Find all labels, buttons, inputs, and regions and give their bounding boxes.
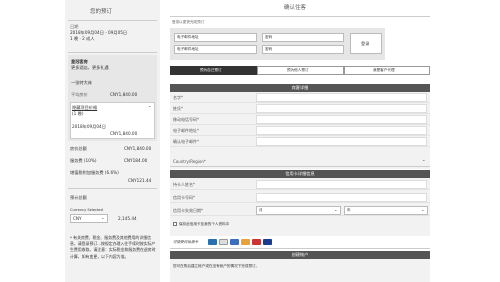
guest-section-header: 宾客详细	[170, 84, 430, 92]
tab-self-label: 预为自己预订	[200, 68, 222, 72]
confirm-email-label: 确认电子邮件*	[173, 139, 199, 144]
jcb-card-icon	[230, 239, 239, 245]
room-name: 皇冠客房	[71, 59, 88, 64]
room-fee-label: 房价总额	[70, 146, 87, 151]
save-card-checkbox[interactable]	[173, 222, 177, 226]
visa-card-icon	[263, 239, 272, 245]
unionpay-card-icon	[252, 239, 261, 245]
email-label: 电子邮件地址*	[173, 128, 199, 133]
first-name-label: 名字*	[173, 95, 183, 100]
chevron-down-icon: ⌄	[422, 157, 426, 162]
chevron-down-icon: ⌄	[421, 207, 425, 212]
login-email-placeholder: 电子邮件地址	[177, 35, 199, 39]
confirm-email-row: 确认电子邮件*	[170, 136, 430, 147]
booking-page: 您的预订 日期 2018年09月04日 - 09月05日 1 晚 · 2 成人 …	[0, 0, 500, 282]
country-row[interactable]: Country/Region*	[170, 156, 430, 167]
amex-card-icon	[208, 239, 217, 245]
login-hint: 登录以更快完成预订	[172, 20, 205, 24]
currency-label: Currency Selected	[70, 208, 103, 212]
stay-dates: 2018年09月04日 - 09月05日	[70, 30, 128, 35]
summary-title: 您的预订	[90, 9, 113, 15]
guest-count: 1 晚 · 2 成人	[70, 36, 95, 41]
expiry-year-select[interactable]	[344, 206, 428, 215]
country-label: Country/Region*	[173, 159, 206, 164]
mastercard-icon	[241, 239, 250, 245]
cardholder-row: 持卡人姓名*	[170, 179, 430, 190]
last-name-row: 姓氏*	[170, 103, 430, 114]
total-label: 预计总额	[70, 195, 87, 200]
create-account-header: 创建帐户	[170, 251, 430, 259]
phone-row: 移动电话号码*	[170, 114, 430, 125]
bed-type: 一张特大床	[71, 80, 92, 85]
expiry-label: 信用卡失效日期*	[173, 208, 203, 213]
expiry-year-label: 年	[347, 208, 351, 212]
card-section-header: 信用卡详细信息	[170, 170, 430, 178]
rate-value: CNY1,840.00	[110, 131, 138, 136]
login-password-placeholder: 密码	[265, 35, 273, 39]
currency-value: CNY	[73, 216, 82, 221]
cardholder-label: 持卡人姓名*	[173, 182, 195, 187]
chevron-down-icon: ⌄	[101, 215, 105, 220]
confirm-email-input[interactable]	[256, 137, 427, 146]
vat-value: CNY121.44	[128, 178, 152, 183]
total-value: 2,145.44	[118, 216, 137, 221]
login-button-label: 登录	[361, 41, 370, 46]
login-password2-input[interactable]	[262, 45, 344, 54]
expiry-month-select[interactable]	[256, 206, 341, 215]
last-name-input[interactable]	[256, 104, 427, 113]
card-number-label: 信用卡号码*	[173, 195, 195, 200]
card-number-input[interactable]	[256, 193, 427, 202]
diners-card-icon	[219, 239, 228, 245]
avg-rate-label: 平均房价	[71, 92, 88, 97]
tab-agent-label: 我是客户代理	[373, 68, 395, 72]
tab-other-label: 预为他人预订	[287, 68, 309, 72]
create-account-text: 您可在购后建立帐户或在没有帐户的情况下完成预订。	[173, 264, 260, 268]
email-row: 电子邮件地址*	[170, 125, 430, 136]
accepted-cards-label: 可接受的信用卡	[173, 240, 199, 244]
cardholder-input[interactable]	[256, 180, 427, 189]
last-name-label: 姓氏*	[173, 106, 183, 111]
first-name-input[interactable]	[256, 93, 427, 102]
email-input[interactable]	[256, 126, 427, 135]
rate-date: 2018年09月04日	[72, 124, 106, 129]
login-email2-placeholder: 电子邮件地址	[177, 47, 199, 51]
create-account-body	[170, 259, 430, 282]
card-number-row: 信用卡号码*	[170, 192, 430, 203]
rate-nights: (1 晚)	[72, 111, 84, 116]
service-fee-value: CNY184.00	[124, 158, 148, 163]
login-password-input[interactable]	[262, 33, 344, 42]
chevron-up-icon[interactable]: ⌃	[148, 105, 152, 110]
vat-label: 增值税附加服务费 (6.6%)	[70, 170, 119, 175]
phone-input[interactable]	[256, 115, 427, 124]
login-password2-placeholder: 密码	[265, 47, 273, 51]
phone-label: 移动电话号码*	[173, 117, 199, 122]
save-card-label: 保存此信用卡至我的个人资料中	[179, 222, 230, 226]
service-fee-label: 服务费 (10%)	[70, 158, 97, 163]
room-fee-value: CNY1,840.00	[124, 146, 152, 151]
rate-name[interactable]: 隐藏项目价格	[72, 105, 97, 110]
first-name-row: 名字*	[170, 92, 430, 103]
dates-label: 日期	[70, 24, 79, 29]
page-title: 确认住客	[284, 5, 307, 11]
room-subtitle: 更多酒店，更多礼遇	[71, 65, 109, 70]
expiry-month-label: 月	[259, 208, 263, 212]
tax-note: * 有关房费、税金、服务费及其他费用的详细信息，请登录预订...按规定办理入住手…	[70, 235, 156, 259]
chevron-down-icon: ⌄	[334, 207, 338, 212]
avg-rate-value: CNY1,840.00	[110, 92, 138, 97]
